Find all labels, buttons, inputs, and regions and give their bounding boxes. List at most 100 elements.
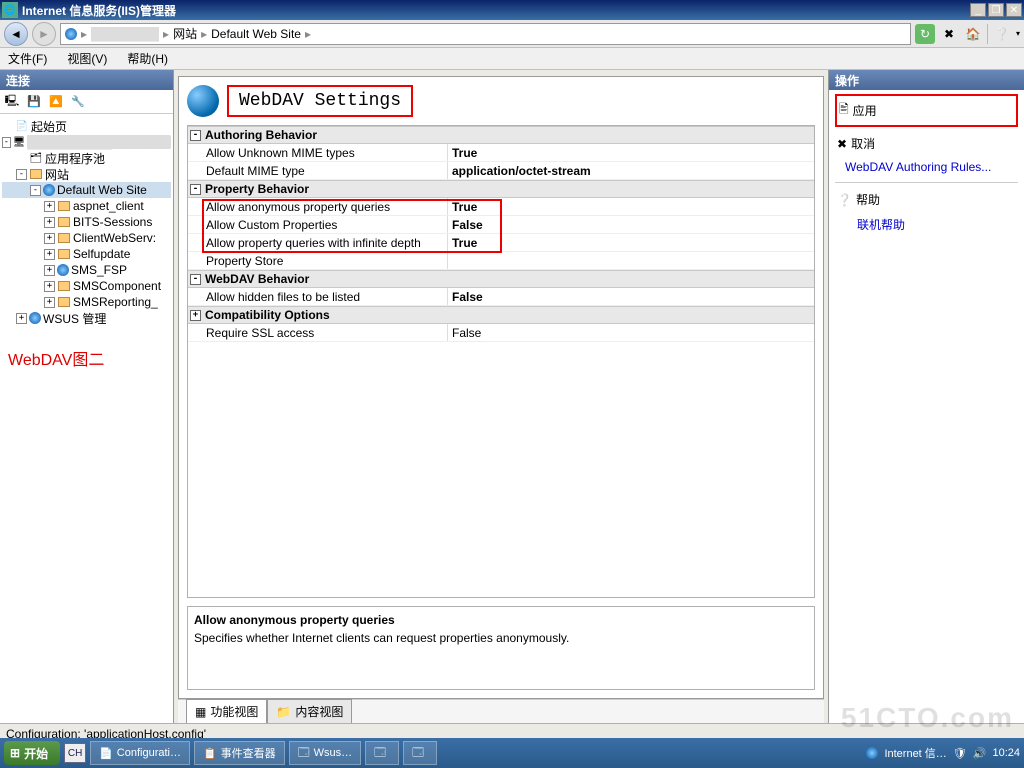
save-icon[interactable]: 💾: [26, 94, 42, 110]
prop-row[interactable]: Default MIME typeapplication/octet-strea…: [188, 162, 814, 180]
annotation-label: WebDAV图二: [2, 326, 171, 390]
actions-panel: 操作 🖹应用 ✖取消 WebDAV Authoring Rules... ❔帮助…: [828, 70, 1024, 723]
connections-panel: 连接 🖳 💾 🔼 🔧 📄 起始页 -🖥 ██████████(smsadmin …: [0, 70, 174, 723]
taskbar-item[interactable]: 📄Configurati…: [90, 741, 190, 765]
menu-bar: 文件(F) 视图(V) 帮助(H): [0, 48, 1024, 70]
connections-tree: 📄 起始页 -🖥 ██████████(smsadmin 🗂 应用程序池 - 网…: [0, 114, 173, 723]
breadcrumb-site[interactable]: Default Web Site: [211, 27, 301, 41]
tab-features-view[interactable]: ▦功能视图: [186, 699, 267, 723]
group-authoring-behavior[interactable]: -Authoring Behavior: [188, 126, 814, 144]
tree-site-child[interactable]: +ClientWebServ:: [2, 230, 171, 246]
tree-wsus[interactable]: + WSUS 管理: [2, 310, 171, 326]
page-title: WebDAV Settings: [227, 85, 413, 117]
prop-row[interactable]: Allow Unknown MIME typesTrue: [188, 144, 814, 162]
action-webdav-rules-link[interactable]: WebDAV Authoring Rules...: [835, 156, 1018, 178]
forward-button[interactable]: ►: [32, 22, 56, 46]
help-dropdown-icon[interactable]: ▾: [1016, 29, 1020, 38]
taskbar-item[interactable]: 📋事件查看器: [194, 741, 285, 765]
taskbar: ⊞开始 CH 📄Configurati… 📋事件查看器 🗔Wsus… 🗔 🗔 I…: [0, 738, 1024, 768]
view-tabs: ▦功能视图 📁内容视图: [178, 699, 824, 723]
tree-default-web-site[interactable]: - Default Web Site: [2, 182, 171, 198]
property-grid[interactable]: -Authoring Behavior Allow Unknown MIME t…: [187, 125, 815, 598]
start-button[interactable]: ⊞开始: [4, 741, 60, 765]
settings-icon[interactable]: 🔧: [70, 94, 86, 110]
window-title: Internet 信息服务(IIS)管理器: [22, 2, 968, 19]
desc-body: Specifies whether Internet clients can r…: [194, 631, 808, 645]
cancel-icon: ✖: [837, 137, 847, 151]
address-bar[interactable]: ▸ ████████ ▸ 网站 ▸ Default Web Site ▸: [60, 23, 911, 45]
home-icon[interactable]: 🏠: [963, 24, 983, 44]
close-button[interactable]: ✕: [1006, 3, 1022, 17]
tree-start-page[interactable]: 📄 起始页: [2, 118, 171, 134]
tray-app-label: Internet 信…: [884, 745, 946, 761]
group-compatibility-options[interactable]: +Compatibility Options: [188, 306, 814, 324]
tray-icon[interactable]: 🛡: [953, 747, 967, 760]
desc-title: Allow anonymous property queries: [194, 613, 808, 627]
stop-icon[interactable]: ✖: [939, 24, 959, 44]
prop-row[interactable]: Allow Custom PropertiesFalse: [188, 216, 814, 234]
prop-row[interactable]: Allow hidden files to be listedFalse: [188, 288, 814, 306]
group-webdav-behavior[interactable]: -WebDAV Behavior: [188, 270, 814, 288]
system-tray[interactable]: Internet 信… 🛡 🔊 10:24: [866, 745, 1020, 761]
back-button[interactable]: ◄: [4, 22, 28, 46]
help-icon: ❔: [837, 193, 852, 207]
menu-file[interactable]: 文件(F): [4, 48, 51, 69]
prop-row[interactable]: Allow property queries with infinite dep…: [188, 234, 814, 252]
iis-tray-icon[interactable]: [866, 747, 878, 759]
windows-logo-icon: ⊞: [10, 746, 20, 760]
expander-icon[interactable]: -: [2, 137, 11, 148]
apply-icon: 🖹: [839, 100, 849, 121]
tree-site-child[interactable]: +SMSComponent: [2, 278, 171, 294]
action-cancel[interactable]: ✖取消: [835, 131, 1018, 156]
group-property-behavior[interactable]: -Property Behavior: [188, 180, 814, 198]
tree-site-child[interactable]: +BITS-Sessions: [2, 214, 171, 230]
content-icon: 📁: [276, 705, 291, 719]
tab-content-view[interactable]: 📁内容视图: [267, 699, 352, 723]
minimize-button[interactable]: _: [970, 3, 986, 17]
tree-sites[interactable]: - 网站: [2, 166, 171, 182]
tree-site-child[interactable]: +SMS_FSP: [2, 262, 171, 278]
taskbar-item[interactable]: 🗔: [365, 741, 399, 765]
action-help[interactable]: ❔帮助: [835, 187, 1018, 212]
connect-icon[interactable]: 🖳: [4, 94, 20, 110]
breadcrumb-sites[interactable]: 网站: [173, 25, 197, 42]
features-icon: ▦: [195, 705, 206, 719]
action-apply[interactable]: 🖹应用: [837, 96, 1016, 125]
chevron-right-icon: ▸: [201, 27, 207, 41]
menu-view[interactable]: 视图(V): [63, 48, 111, 69]
tray-icon[interactable]: 🔊: [973, 747, 987, 760]
menu-help[interactable]: 帮助(H): [123, 48, 172, 69]
prop-row[interactable]: Require SSL accessFalse: [188, 324, 814, 342]
clock[interactable]: 10:24: [992, 747, 1020, 759]
prop-row[interactable]: Allow anonymous property queriesTrue: [188, 198, 814, 216]
maximize-button[interactable]: ❐: [988, 3, 1004, 17]
window-titlebar: 🌐 Internet 信息服务(IIS)管理器 _ ❐ ✕: [0, 0, 1024, 20]
content-panel: WebDAV Settings -Authoring Behavior Allo…: [178, 76, 824, 699]
ime-indicator[interactable]: CH: [64, 743, 86, 763]
chevron-right-icon: ▸: [163, 27, 169, 41]
tree-site-child[interactable]: +aspnet_client: [2, 198, 171, 214]
nav-toolbar: ◄ ► ▸ ████████ ▸ 网站 ▸ Default Web Site ▸…: [0, 20, 1024, 48]
prop-row[interactable]: Property Store: [188, 252, 814, 270]
main-area: 连接 🖳 💾 🔼 🔧 📄 起始页 -🖥 ██████████(smsadmin …: [0, 70, 1024, 723]
refresh-icon[interactable]: ↻: [915, 24, 935, 44]
taskbar-item[interactable]: 🗔: [403, 741, 437, 765]
app-icon: 🌐: [2, 2, 18, 18]
globe-icon: [65, 28, 77, 40]
taskbar-item[interactable]: 🗔Wsus…: [289, 741, 361, 765]
action-online-help[interactable]: 联机帮助: [835, 212, 1018, 237]
tree-app-pools[interactable]: 🗂 应用程序池: [2, 150, 171, 166]
expander-icon[interactable]: +: [16, 313, 27, 324]
expander-icon[interactable]: -: [16, 169, 27, 180]
tree-site-child[interactable]: +Selfupdate: [2, 246, 171, 262]
chevron-right-icon: ▸: [305, 27, 311, 41]
actions-header: 操作: [829, 70, 1024, 90]
property-description: Allow anonymous property queries Specifi…: [187, 606, 815, 690]
server-name-redacted: ████████: [91, 27, 159, 41]
chevron-right-icon: ▸: [81, 27, 87, 41]
up-icon[interactable]: 🔼: [48, 94, 64, 110]
help-icon[interactable]: ❔: [992, 24, 1012, 44]
tree-server[interactable]: -🖥 ██████████(smsadmin: [2, 134, 171, 150]
tree-site-child[interactable]: +SMSReporting_: [2, 294, 171, 310]
expander-icon[interactable]: -: [30, 185, 41, 196]
